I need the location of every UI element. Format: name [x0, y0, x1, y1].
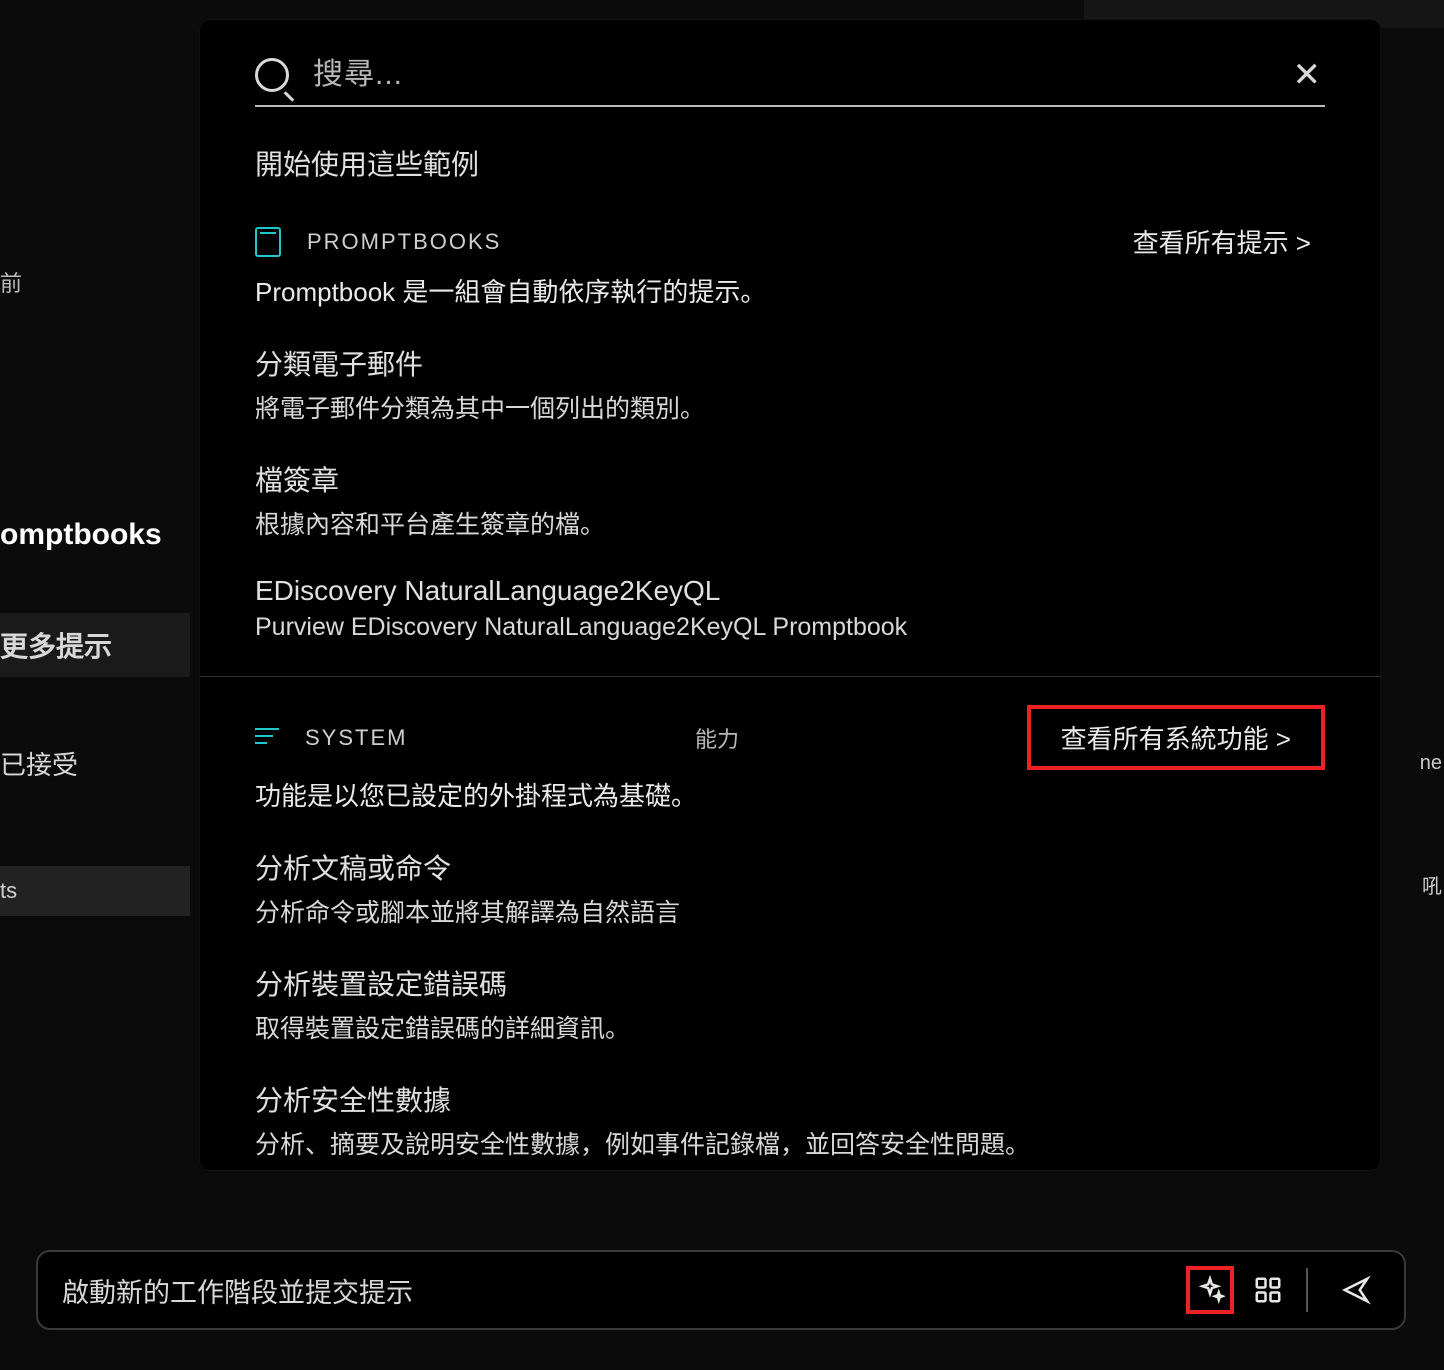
view-all-prompts-link[interactable]: 查看所有提示 >	[1119, 217, 1325, 266]
system-item-title: 分析文稿或命令	[255, 847, 1325, 887]
sparkle-button[interactable]	[1186, 1266, 1234, 1314]
search-input[interactable]	[311, 57, 1289, 93]
system-item-desc: 分析命令或腳本並將其解譯為自然語言	[255, 893, 1325, 929]
sidebar-time-fragment: 前	[0, 266, 22, 298]
promptbooks-description: Promptbook 是一組會自動依序執行的提示。	[255, 272, 1325, 309]
promptbook-item[interactable]: EDiscovery NaturalLanguage2KeyQL Purview…	[255, 575, 1325, 642]
system-item-title: 分析裝置設定錯誤碼	[255, 963, 1325, 1003]
system-item[interactable]: 分析裝置設定錯誤碼 取得裝置設定錯誤碼的詳細資訊。	[255, 963, 1325, 1045]
system-label: SYSTEM	[305, 725, 407, 751]
promptbook-item[interactable]: 分類電子郵件 將電子郵件分類為其中一個列出的類別。	[255, 343, 1325, 425]
system-icon	[255, 728, 279, 748]
promptbook-item-title: 分類電子郵件	[255, 343, 1325, 383]
right-fragment-bark: 吼	[1422, 870, 1442, 899]
view-all-system-link[interactable]: 查看所有系統功能 >	[1027, 705, 1325, 770]
sidebar-accepted[interactable]: 已接受	[0, 745, 78, 782]
composer-bar: 啟動新的工作階段並提交提示	[36, 1250, 1406, 1330]
examples-heading: 開始使用這些範例	[255, 143, 1325, 183]
system-header: SYSTEM 能力 查看所有系統功能 >	[255, 705, 1325, 770]
promptbook-item[interactable]: 檔簽章 根據內容和平台產生簽章的檔。	[255, 459, 1325, 541]
composer-divider	[1306, 1268, 1308, 1312]
right-fragment-ne: ne	[1420, 752, 1442, 775]
promptbook-item-title: 檔簽章	[255, 459, 1325, 499]
promptbook-item-desc: 根據內容和平台產生簽章的檔。	[255, 505, 1325, 541]
promptbook-item-desc: Purview EDiscovery NaturalLanguage2KeyQL…	[255, 613, 1325, 642]
search-row: ✕	[200, 20, 1380, 105]
sidebar-promptbooks-fragment[interactable]: omptbooks	[0, 518, 162, 552]
system-center-label: 能力	[695, 722, 739, 754]
left-sidebar-fragments: 前 omptbooks 更多提示 已接受 ts	[0, 0, 190, 1370]
promptbook-icon	[255, 227, 281, 257]
sidebar-more-prompts[interactable]: 更多提示	[0, 613, 190, 677]
section-divider	[200, 676, 1380, 677]
send-button[interactable]	[1332, 1266, 1380, 1314]
system-item[interactable]: 分析文稿或命令 分析命令或腳本並將其解譯為自然語言	[255, 847, 1325, 929]
system-item-desc: 分析、摘要及說明安全性數據，例如事件記錄檔，並回答安全性問題。	[255, 1125, 1325, 1161]
system-item[interactable]: 分析安全性數據 分析、摘要及說明安全性數據，例如事件記錄檔，並回答安全性問題。	[255, 1079, 1325, 1161]
sidebar-ts-fragment[interactable]: ts	[0, 866, 190, 916]
composer-input[interactable]: 啟動新的工作階段並提交提示	[62, 1271, 1176, 1310]
search-icon	[255, 58, 289, 92]
close-icon[interactable]: ✕	[1289, 55, 1326, 95]
promptbook-item-title: EDiscovery NaturalLanguage2KeyQL	[255, 575, 1325, 607]
system-description: 功能是以您已設定的外掛程式為基礎。	[255, 776, 1325, 813]
system-item-desc: 取得裝置設定錯誤碼的詳細資訊。	[255, 1009, 1325, 1045]
prompt-panel: ✕ 開始使用這些範例 PROMPTBOOKS 查看所有提示 > Promptbo…	[200, 20, 1380, 1170]
promptbooks-header: PROMPTBOOKS 查看所有提示 >	[255, 217, 1325, 266]
apps-button[interactable]	[1244, 1266, 1292, 1314]
promptbook-item-desc: 將電子郵件分類為其中一個列出的類別。	[255, 389, 1325, 425]
promptbooks-label: PROMPTBOOKS	[307, 229, 501, 255]
system-item-title: 分析安全性數據	[255, 1079, 1325, 1119]
search-underline	[255, 105, 1325, 107]
